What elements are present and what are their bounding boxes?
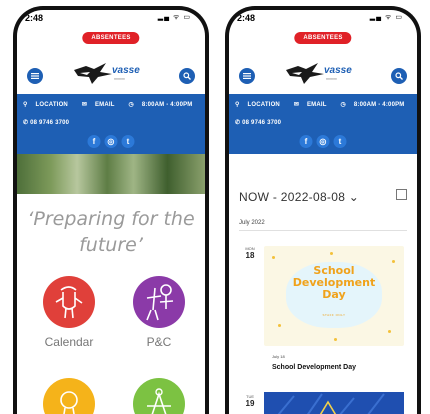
- search-icon: [183, 72, 191, 80]
- month-label: July 2022: [239, 220, 265, 226]
- grid-view-icon[interactable]: [396, 189, 407, 200]
- social-links: f ◎ t: [87, 135, 135, 148]
- mail-icon: ✉: [293, 102, 300, 108]
- calendar-link[interactable]: Calendar: [39, 276, 99, 349]
- absentees-button[interactable]: ABSENTEES: [294, 32, 352, 44]
- status-time: 2:48: [25, 13, 44, 23]
- location-link[interactable]: ⚲ LOCATION: [23, 102, 74, 108]
- email-label: EMAIL: [94, 102, 115, 108]
- star-decoration: [392, 260, 395, 263]
- date-badge: TUE 19: [241, 394, 259, 408]
- location-label: LOCATION: [35, 102, 68, 108]
- pc-drawing-icon: [133, 276, 185, 328]
- star-decoration: [388, 330, 391, 333]
- event-image-2[interactable]: [264, 392, 404, 414]
- menu-button[interactable]: [239, 68, 255, 84]
- instagram-icon[interactable]: ◎: [104, 135, 118, 148]
- hours-label: 8:00AM - 4:00PM: [141, 102, 193, 108]
- calendar-label: Calendar: [44, 335, 94, 349]
- bird-logo-icon: [286, 63, 324, 84]
- map-pin-icon: ⚲: [235, 102, 240, 108]
- email-link[interactable]: ✉ EMAIL: [82, 102, 121, 108]
- event-image-title: School Development Day: [264, 265, 404, 301]
- green-drawing-icon: [133, 378, 185, 414]
- contact-bar: ⚲ LOCATION ✉ EMAIL ◷ 8:00AM - 4:00PM ✆ 0…: [17, 94, 205, 154]
- instagram-icon[interactable]: ◎: [316, 135, 330, 148]
- twitter-icon[interactable]: t: [121, 135, 135, 148]
- hero-image: [17, 154, 205, 194]
- star-decoration: [272, 256, 275, 259]
- status-time: 2:48: [237, 13, 256, 23]
- event-title[interactable]: School Development Day: [272, 364, 356, 371]
- absentees-button[interactable]: ABSENTEES: [82, 32, 140, 44]
- phone-icon: ✆: [23, 120, 29, 126]
- status-icons: ▂▄ ᯤ ▭: [157, 14, 191, 21]
- search-icon: [395, 72, 403, 80]
- quick-link-yellow[interactable]: [39, 378, 99, 414]
- search-button[interactable]: [179, 68, 195, 84]
- month-divider: [239, 230, 407, 231]
- status-bar: 2:48 ▂▄ ᯤ ▭: [17, 10, 205, 32]
- event-date: July 18: [272, 354, 285, 359]
- phone-link[interactable]: ✆ 08 9746 3700: [23, 119, 69, 126]
- phone-screen-home: 2:48 ▂▄ ᯤ ▭ ABSENTEES vasse ━━━━━━ ⚲ LOC…: [13, 6, 209, 414]
- clock-icon: ◷: [128, 102, 134, 108]
- facebook-icon[interactable]: f: [87, 135, 101, 148]
- calendar-drawing-icon: [43, 276, 95, 328]
- location-link[interactable]: ⚲ LOCATION: [235, 102, 286, 108]
- event-image[interactable]: School Development Day STAFF ONLY: [264, 246, 404, 346]
- tagline: ‘Preparing for the future’: [27, 208, 195, 256]
- school-logo[interactable]: vasse ━━━━━━: [72, 60, 150, 90]
- phone-label: 08 9746 3700: [242, 120, 282, 126]
- school-logo[interactable]: vasse ━━━━━━: [284, 60, 362, 90]
- phone-icon: ✆: [235, 120, 241, 126]
- site-header: vasse ━━━━━━: [17, 50, 205, 94]
- event-image-2-pattern: [277, 393, 385, 414]
- hours-label: 8:00AM - 4:00PM: [353, 102, 405, 108]
- star-decoration: [278, 324, 281, 327]
- contact-bar: ⚲ LOCATION ✉ EMAIL ◷ 8:00AM - 4:00PM ✆ 0…: [229, 94, 417, 154]
- twitter-icon[interactable]: t: [333, 135, 347, 148]
- date-day: 18: [245, 251, 255, 260]
- star-decoration: [334, 338, 337, 341]
- hours-info: ◷ 8:00AM - 4:00PM: [129, 102, 199, 108]
- hours-info: ◷ 8:00AM - 4:00PM: [341, 102, 411, 108]
- bird-logo-icon: [74, 63, 112, 84]
- email-link[interactable]: ✉ EMAIL: [294, 102, 333, 108]
- phone-screen-calendar: 2:48 ▂▄ ᯤ ▭ ABSENTEES vasse ━━━━━━ ⚲ LOC…: [225, 6, 421, 414]
- event-image-title-line: Day: [322, 288, 346, 301]
- map-pin-icon: ⚲: [23, 102, 28, 108]
- pc-label: P&C: [146, 335, 172, 349]
- email-label: EMAIL: [306, 102, 327, 108]
- site-header: vasse ━━━━━━: [229, 50, 417, 94]
- date-badge: MON 18: [241, 246, 259, 260]
- quick-link-green[interactable]: [129, 378, 189, 414]
- logo-text: vasse: [112, 65, 140, 76]
- clock-icon: ◷: [340, 102, 346, 108]
- phone-label: 08 9746 3700: [30, 120, 70, 126]
- date-day: 19: [245, 399, 255, 408]
- search-button[interactable]: [391, 68, 407, 84]
- star-decoration: [330, 252, 333, 255]
- yellow-drawing-icon: [43, 378, 95, 414]
- event-image-subtitle: STAFF ONLY: [322, 313, 346, 317]
- status-icons: ▂▄ ᯤ ▭: [369, 14, 403, 21]
- logo-subtext: ━━━━━━: [326, 77, 337, 81]
- calendar-date-picker[interactable]: NOW - 2022-08-08 ⌄: [239, 190, 359, 204]
- calendar-header: NOW - 2022-08-08 ⌄: [239, 188, 407, 204]
- pc-link[interactable]: P&C: [129, 276, 189, 349]
- location-label: LOCATION: [247, 102, 280, 108]
- logo-subtext: ━━━━━━: [114, 77, 125, 81]
- facebook-icon[interactable]: f: [299, 135, 313, 148]
- phone-link[interactable]: ✆ 08 9746 3700: [235, 119, 281, 126]
- social-links: f ◎ t: [299, 135, 347, 148]
- mail-icon: ✉: [81, 102, 88, 108]
- status-bar: 2:48 ▂▄ ᯤ ▭: [229, 10, 417, 32]
- hamburger-icon: [243, 73, 251, 79]
- hamburger-icon: [31, 73, 39, 79]
- logo-text: vasse: [324, 65, 352, 76]
- menu-button[interactable]: [27, 68, 43, 84]
